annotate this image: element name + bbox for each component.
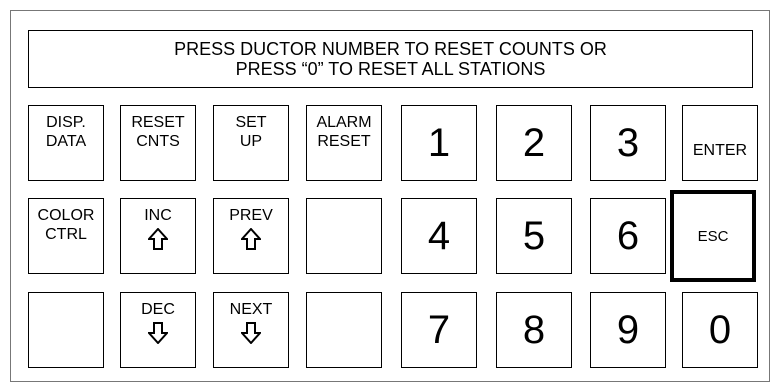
up-arrow-icon [241,228,261,250]
digit-3-label: 3 [616,120,640,165]
alarm-reset-button[interactable]: ALARM RESET [306,105,382,181]
digit-4-label: 4 [427,213,451,258]
digit-5-button[interactable]: 5 [496,198,572,274]
set-up-button[interactable]: SET UP [213,105,289,181]
reset-cnts-label-2: CNTS [136,133,180,150]
digit-7-label: 7 [427,307,451,352]
blank-button-row3-right[interactable] [306,292,382,368]
down-arrow-icon [148,322,168,344]
esc-button[interactable]: ESC [670,190,756,282]
digit-0-button[interactable]: 0 [682,292,758,368]
digit-6-label: 6 [616,213,640,258]
next-button[interactable]: NEXT [213,292,289,368]
digit-6-button[interactable]: 6 [590,198,666,274]
digit-3-button[interactable]: 3 [590,105,666,181]
set-up-label-1: SET [235,114,267,131]
digit-4-button[interactable]: 4 [401,198,477,274]
enter-label: ENTER [692,141,748,159]
digit-5-label: 5 [522,213,546,258]
digit-9-button[interactable]: 9 [590,292,666,368]
prev-label: PREV [229,207,273,224]
digit-1-label: 1 [427,120,451,165]
digit-0-label: 0 [708,307,732,352]
digit-9-label: 9 [616,307,640,352]
message-line-1: PRESS DUCTOR NUMBER TO RESET COUNTS OR [174,39,607,59]
blank-button-row2[interactable] [306,198,382,274]
reset-cnts-button[interactable]: RESET CNTS [120,105,196,181]
color-ctrl-label-1: COLOR [37,207,95,224]
disp-data-label-1: DISP. [46,114,86,131]
digit-8-button[interactable]: 8 [496,292,572,368]
alarm-reset-label-1: ALARM [316,114,372,131]
color-ctrl-label-2: CTRL [45,226,87,243]
set-up-label-2: UP [239,133,263,150]
enter-button[interactable]: ENTER [682,105,758,181]
reset-cnts-label-1: RESET [131,114,185,131]
dec-label: DEC [141,301,175,318]
digit-2-button[interactable]: 2 [496,105,572,181]
disp-data-button[interactable]: DISP. DATA [28,105,104,181]
color-ctrl-button[interactable]: COLOR CTRL [28,198,104,274]
digit-1-button[interactable]: 1 [401,105,477,181]
digit-2-label: 2 [522,120,546,165]
instruction-message: PRESS DUCTOR NUMBER TO RESET COUNTS OR P… [28,30,753,88]
digit-7-button[interactable]: 7 [401,292,477,368]
next-label: NEXT [229,301,273,318]
up-arrow-icon [148,228,168,250]
message-line-2: PRESS “0” TO RESET ALL STATIONS [235,59,546,79]
alarm-reset-label-2: RESET [317,133,371,150]
esc-label: ESC [697,227,729,245]
blank-button-row3-left[interactable] [28,292,104,368]
digit-8-label: 8 [522,307,546,352]
disp-data-label-2: DATA [45,133,87,150]
inc-label: INC [144,207,172,224]
dec-button[interactable]: DEC [120,292,196,368]
down-arrow-icon [241,322,261,344]
inc-button[interactable]: INC [120,198,196,274]
prev-button[interactable]: PREV [213,198,289,274]
